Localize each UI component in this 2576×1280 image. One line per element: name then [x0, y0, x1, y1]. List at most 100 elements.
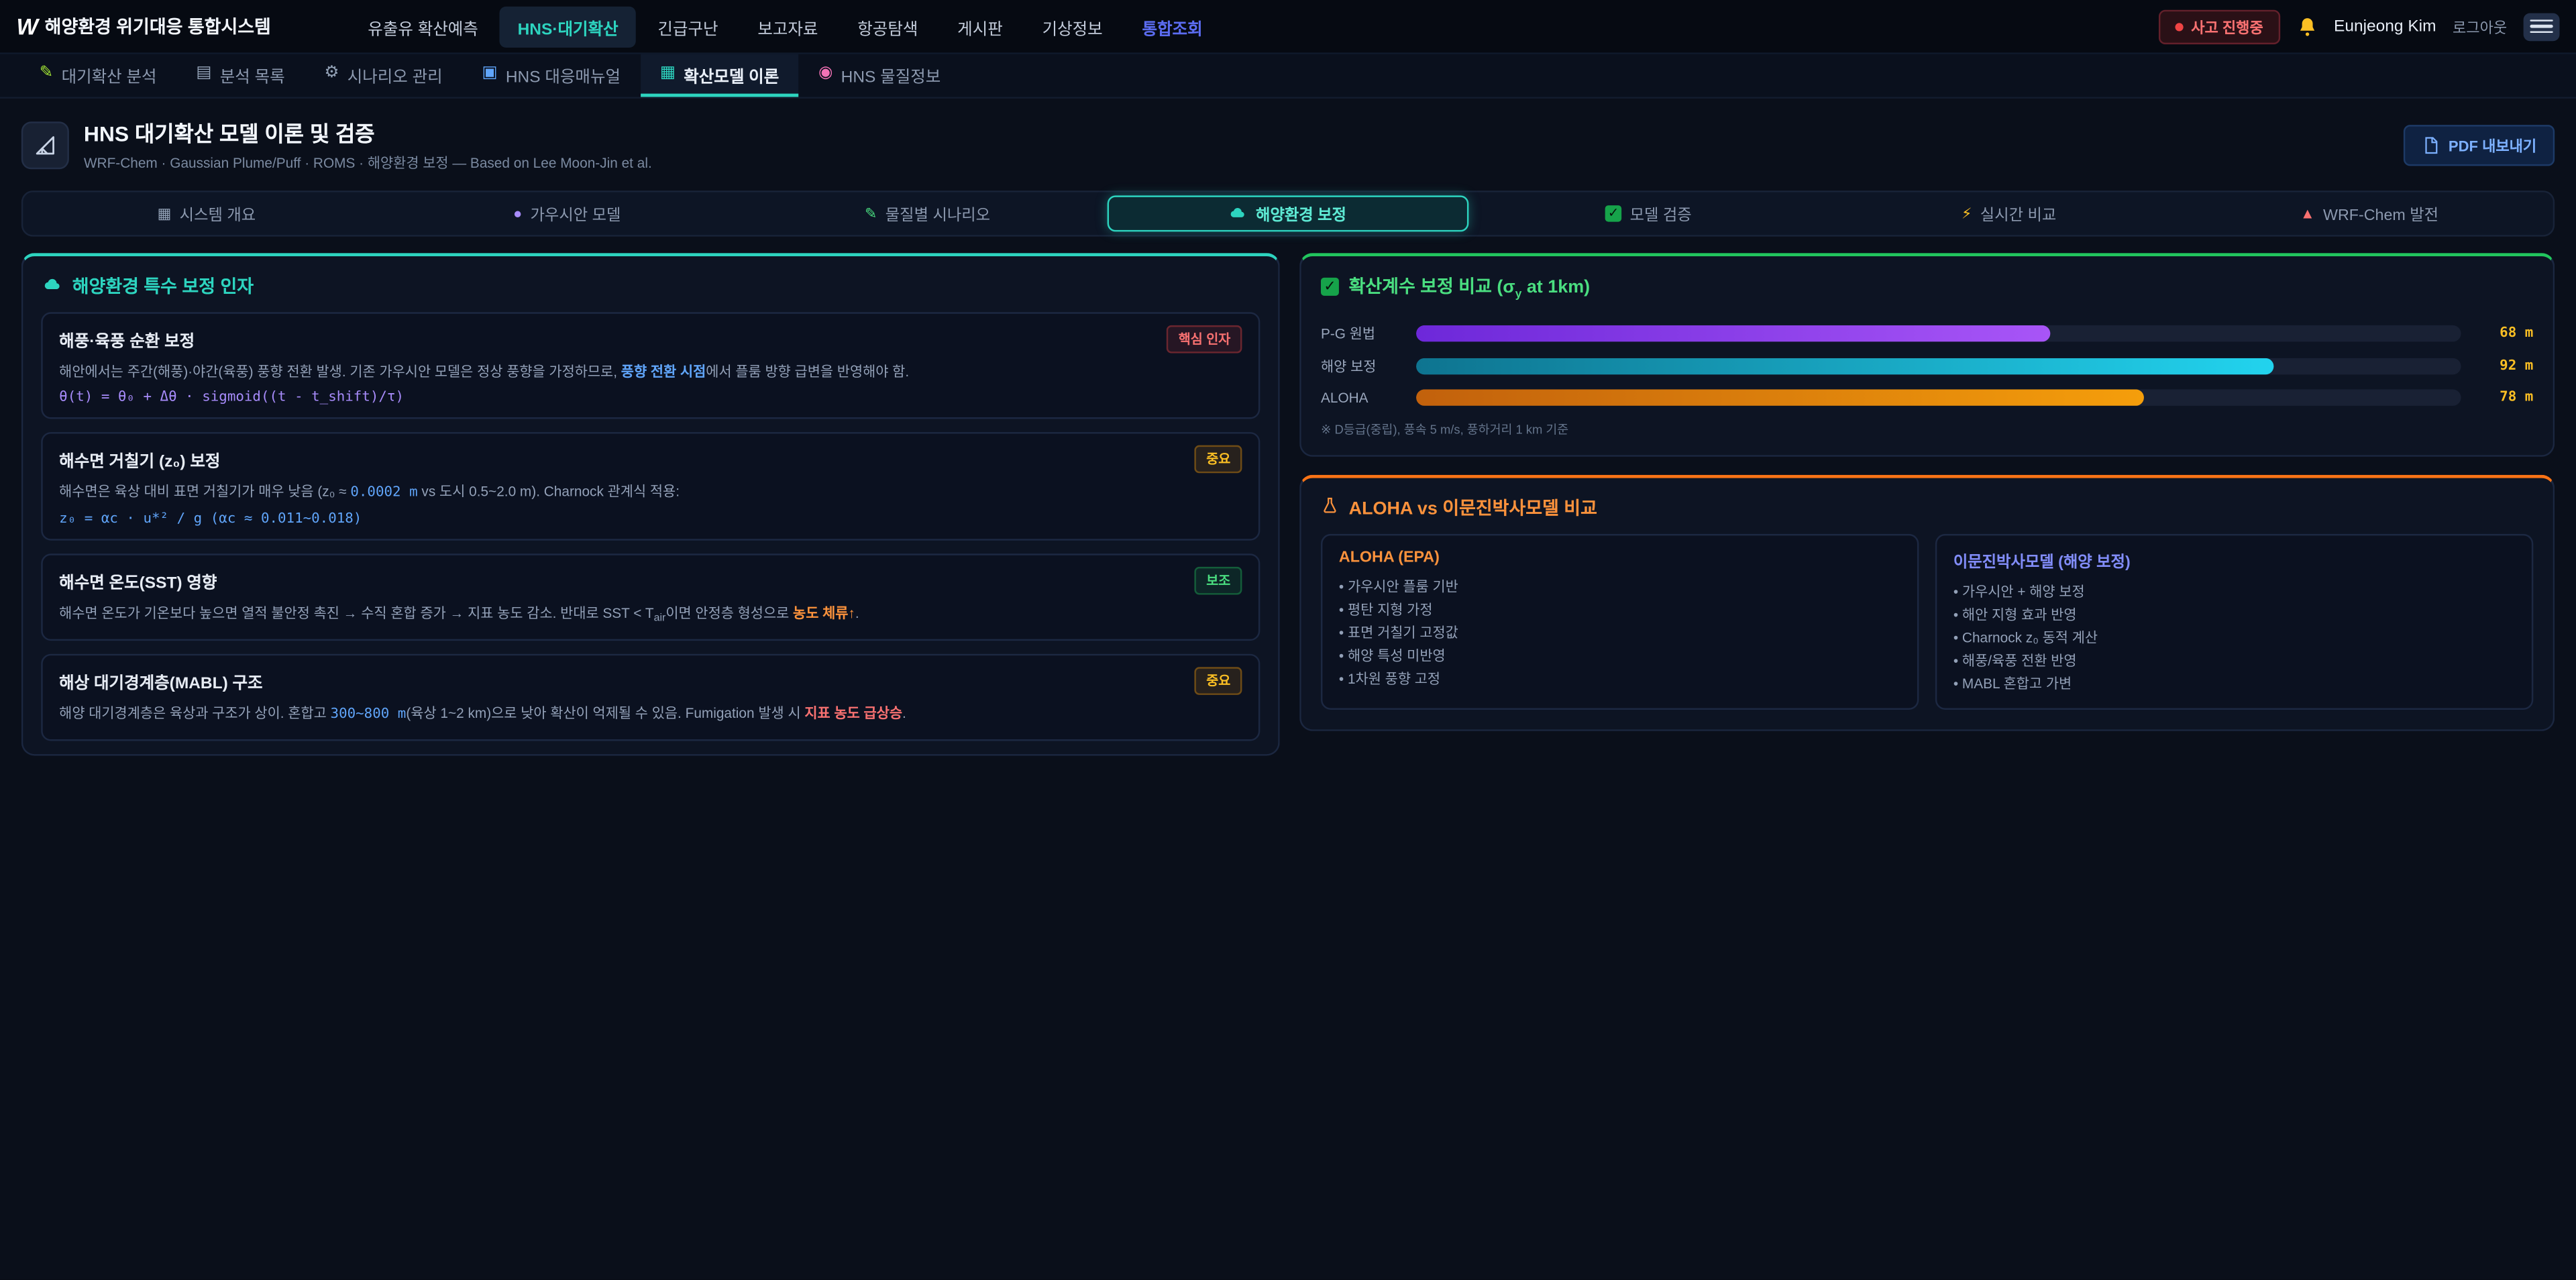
cloud-icon — [1230, 203, 1248, 224]
tab-scenario-management[interactable]: ⚙ 시나리오 관리 — [305, 54, 462, 97]
factor-title: 해수면 온도(SST) 영향 — [59, 569, 217, 594]
tab-label: 대기확산 분석 — [62, 62, 157, 87]
nav-item-board[interactable]: 게시판 — [939, 6, 1020, 47]
page-title: HNS 대기확산 모델 이론 및 검증 — [84, 117, 652, 148]
inline-code: 0.0002 m — [350, 485, 417, 501]
rocket-icon: ▲ — [2300, 206, 2315, 221]
text-run: . — [902, 706, 906, 722]
highlighted-text: 농도 체류↑ — [793, 605, 855, 621]
sigma-bars: P-G 원법 68 m 해양 보정 92 m ALOHA 78 m — [1301, 314, 2553, 413]
model-feature: 1차원 풍향 고정 — [1339, 668, 1901, 690]
segment-wrf-chem-advancement[interactable]: ▲ WRF-Chem 발전 — [2189, 195, 2549, 231]
section-segmented-control: ▦ 시스템 개요 ● 가우시안 모델 ✎ 물질별 시나리오 해양환경 보정 ✓ … — [21, 191, 2555, 237]
topbar: W 해양환경 위기대응 통합시스템 유출유 확산예측 HNS·대기확산 긴급구난… — [0, 0, 2576, 54]
gear-icon: ⚙ — [324, 66, 339, 82]
nav-item-reports[interactable]: 보고자료 — [739, 6, 836, 47]
factor-description: 해수면은 육상 대비 표면 거칠기가 매우 낮음 (z₀ ≈ 0.0002 m … — [59, 482, 1242, 505]
text-run: 해수면은 육상 대비 표면 거칠기가 매우 낮음 (z₀ ≈ — [59, 483, 350, 499]
nav-item-emergency-rescue[interactable]: 긴급구난 — [639, 6, 736, 47]
chart-footnote: ※ D등급(중립), 풍속 5 m/s, 풍하거리 1 km 기준 — [1301, 413, 2553, 456]
model-feature: Charnock z₀ 동적 계산 — [1953, 627, 2516, 649]
marine-correction-factors-panel: 해양환경 특수 보정 인자 해풍·육풍 순환 보정 핵심 인자 해안에서는 주간… — [21, 253, 1280, 755]
app-logo[interactable]: W 해양환경 위기대응 통합시스템 — [16, 13, 270, 40]
model-title: ALOHA (EPA) — [1339, 549, 1901, 567]
priority-badge: 중요 — [1195, 668, 1242, 696]
tab-label: 시나리오 관리 — [347, 62, 443, 87]
bar-row-aloha: ALOHA 78 m — [1301, 383, 2553, 413]
segment-label: WRF-Chem 발전 — [2323, 202, 2438, 225]
panel-header: ALOHA vs 이문진박사모델 비교 — [1301, 478, 2553, 534]
bolt-icon: ⚡ — [1962, 206, 1972, 221]
bar-track — [1416, 390, 2461, 406]
aloha-model-box: ALOHA (EPA) 가우시안 플룸 기반 평탄 지형 가정 표면 거칠기 고… — [1321, 534, 1919, 710]
main-content: 해양환경 특수 보정 인자 해풍·육풍 순환 보정 핵심 인자 해안에서는 주간… — [0, 253, 2576, 755]
list-icon: ▤ — [196, 66, 211, 82]
factor-title: 해상 대기경계층(MABL) 구조 — [59, 670, 262, 694]
main-nav: 유출유 확산예측 HNS·대기확산 긴급구난 보고자료 항공탐색 게시판 기상정… — [350, 6, 1220, 47]
flask-icon — [1321, 496, 1339, 519]
app: W 해양환경 위기대응 통합시스템 유출유 확산예측 HNS·대기확산 긴급구난… — [0, 0, 2576, 1280]
notifications-bell-icon[interactable] — [2296, 15, 2318, 37]
highlighted-text: 풍향 전환 시점 — [621, 363, 706, 379]
bar-value: 68 m — [2474, 325, 2533, 341]
bar-row-marine: 해양 보정 92 m — [1301, 350, 2553, 383]
lee-model-box: 이문진박사모델 (해양 보정) 가우시안 + 해양 보정 해안 지형 효과 반영… — [1935, 534, 2533, 710]
nav-item-integrated-search[interactable]: 통합조회 — [1124, 6, 1221, 47]
page-title-block: HNS 대기확산 모델 이론 및 검증 WRF-Chem · Gaussian … — [84, 117, 652, 172]
logout-button[interactable]: 로그아웃 — [2453, 15, 2507, 37]
text-run: vs 도시 0.5~2.0 m). Charnock 관계식 적용: — [418, 483, 680, 499]
panel-title: ALOHA vs 이문진박사모델 비교 — [1349, 495, 1597, 521]
segment-system-overview[interactable]: ▦ 시스템 개요 — [26, 195, 386, 231]
tab-label: 분석 목록 — [220, 62, 285, 87]
formula: z₀ = αc · u*² / g (αc ≈ 0.011~0.018) — [59, 511, 1242, 527]
segment-gaussian-model[interactable]: ● 가우시안 모델 — [387, 195, 747, 231]
segment-label: 물질별 시나리오 — [885, 202, 990, 225]
tab-hns-substance-info[interactable]: ◉ HNS 물질정보 — [799, 54, 961, 97]
incident-status-badge[interactable]: 사고 진행중 — [2158, 9, 2279, 43]
text-run: 해양 대기경계층은 육상과 구조가 상이. 혼합고 — [59, 706, 330, 722]
sigma-comparison-panel: ✓ 확산계수 보정 비교 (σy at 1km) P-G 원법 68 m 해양 … — [1299, 253, 2555, 457]
comparison-grid: ALOHA (EPA) 가우시안 플룸 기반 평탄 지형 가정 표면 거칠기 고… — [1301, 534, 2553, 730]
segment-model-validation[interactable]: ✓ 모델 검증 — [1468, 195, 1829, 231]
bar-label: 해양 보정 — [1321, 357, 1403, 376]
nav-item-hns-atmospheric[interactable]: HNS·대기확산 — [500, 6, 637, 47]
tab-hns-response-manual[interactable]: ▣ HNS 대응매뉴얼 — [462, 54, 640, 97]
nav-item-weather-info[interactable]: 기상정보 — [1024, 6, 1121, 47]
text-run: 해수면 온도가 기온보다 높으면 열적 불안정 촉진 → 수직 혼합 증가 → … — [59, 605, 653, 621]
document-icon — [2422, 136, 2440, 154]
inline-code: 300~800 m — [331, 707, 407, 723]
menu-button[interactable] — [2524, 12, 2560, 40]
check-square-icon: ✓ — [1605, 205, 1621, 221]
bar-track — [1416, 325, 2461, 341]
pdf-export-button[interactable]: PDF 내보내기 — [2404, 124, 2555, 165]
tab-label: HNS 대응매뉴얼 — [506, 62, 621, 87]
model-feature: 가우시안 + 해양 보정 — [1953, 580, 2516, 603]
segment-marine-correction[interactable]: 해양환경 보정 — [1108, 195, 1468, 231]
tab-diffusion-model-theory[interactable]: ▦ 확산모델 이론 — [640, 54, 798, 97]
segment-label: 모델 검증 — [1630, 202, 1692, 225]
priority-badge: 중요 — [1195, 445, 1242, 474]
factor-title: 해수면 거칠기 (z₀) 보정 — [59, 447, 220, 472]
app-title: 해양환경 위기대응 통합시스템 — [45, 13, 271, 40]
bar-fill — [1416, 390, 2143, 406]
user-name: Eunjeong Kim — [2334, 17, 2436, 36]
segment-substance-scenarios[interactable]: ✎ 물질별 시나리오 — [747, 195, 1108, 231]
cloud-icon — [43, 274, 62, 299]
nav-item-aerial-search[interactable]: 항공탐색 — [839, 6, 936, 47]
bar-fill — [1416, 358, 2274, 374]
segment-label: 해양환경 보정 — [1256, 202, 1346, 225]
nav-item-oil-spill-prediction[interactable]: 유출유 확산예측 — [350, 6, 496, 47]
circle-icon: ● — [513, 206, 522, 221]
text-run: 해안에서는 주간(해풍)·야간(육풍) 풍향 전환 발생. 기존 가우시안 모델… — [59, 363, 621, 379]
tab-analysis-list[interactable]: ▤ 분석 목록 — [176, 54, 305, 97]
model-feature: 해양 특성 미반영 — [1339, 645, 1901, 668]
segment-label: 시스템 개요 — [180, 202, 256, 225]
tab-atmospheric-analysis[interactable]: ✎ 대기확산 분석 — [19, 54, 176, 97]
segment-realtime-comparison[interactable]: ⚡ 실시간 비교 — [1829, 195, 2189, 231]
segment-label: 실시간 비교 — [1980, 202, 2056, 225]
model-feature: 해안 지형 효과 반영 — [1953, 603, 2516, 626]
priority-badge: 보조 — [1195, 568, 1242, 596]
model-feature: 표면 거칠기 고정값 — [1339, 621, 1901, 644]
pdf-export-label: PDF 내보내기 — [2449, 134, 2536, 156]
model-feature: 가우시안 플룸 기반 — [1339, 576, 1901, 598]
